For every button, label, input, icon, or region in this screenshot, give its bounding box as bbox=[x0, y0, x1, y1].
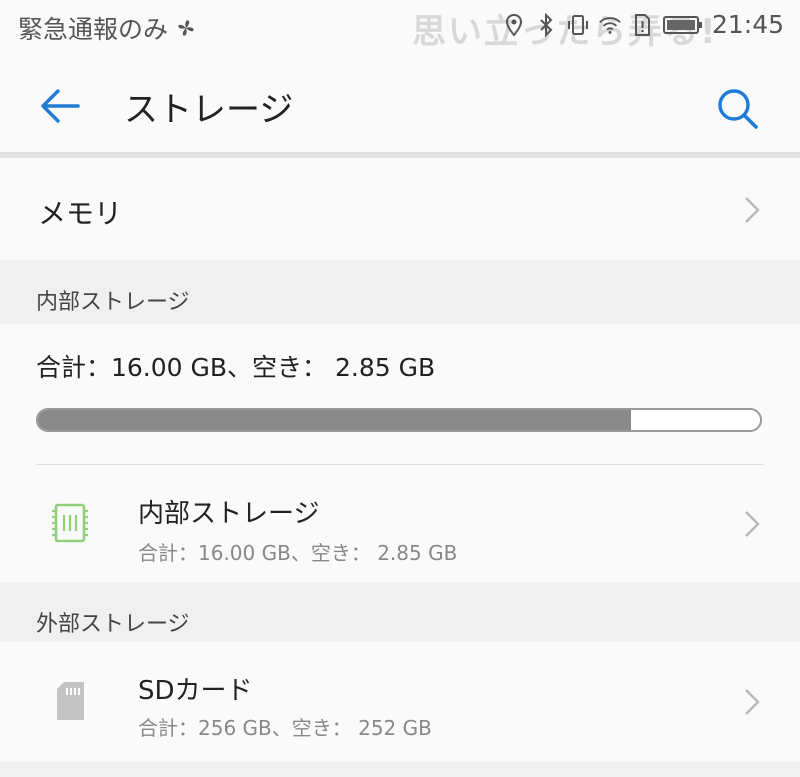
sd-card-item[interactable]: SDカード 合計：256 GB、空き： 252 GB bbox=[0, 642, 800, 762]
search-button[interactable] bbox=[714, 86, 762, 130]
memory-row[interactable]: メモリ bbox=[0, 158, 800, 260]
wifi-icon bbox=[598, 12, 622, 38]
storage-usage-fill bbox=[38, 410, 632, 430]
fan-icon bbox=[174, 15, 198, 41]
chevron-right-icon bbox=[745, 689, 760, 715]
internal-storage-item[interactable]: 内部ストレージ 合計：16.00 GB、空き： 2.85 GB bbox=[0, 465, 800, 582]
search-icon bbox=[718, 89, 758, 129]
sd-card-block: SDカード 合計：256 GB、空き： 252 GB bbox=[0, 642, 800, 762]
location-icon bbox=[502, 12, 526, 38]
status-right: 21:45 bbox=[502, 10, 784, 39]
vibrate-icon bbox=[566, 12, 590, 38]
storage-usage-bar bbox=[36, 408, 762, 432]
arrow-left-icon bbox=[41, 89, 80, 123]
sd-card-title: SDカード bbox=[138, 676, 253, 706]
memory-label: メモリ bbox=[38, 197, 123, 230]
sd-card-icon bbox=[57, 682, 84, 720]
internal-section-label: 内部ストレージ bbox=[36, 290, 190, 315]
status-bar: 緊急通報のみ 思い立ったら弄る! 21:45 bbox=[0, 0, 800, 56]
status-time: 21:45 bbox=[711, 10, 784, 39]
bluetooth-icon bbox=[534, 12, 558, 38]
status-left: 緊急通報のみ bbox=[18, 10, 198, 46]
back-button[interactable] bbox=[36, 84, 84, 128]
sim-alert-icon bbox=[630, 12, 654, 38]
chevron-right-icon bbox=[745, 197, 760, 223]
external-section-label: 外部ストレージ bbox=[36, 612, 190, 637]
storage-summary-text: 合計：16.00 GB、空き： 2.85 GB bbox=[36, 353, 436, 382]
battery-icon bbox=[662, 12, 704, 38]
internal-storage-subtitle: 合計：16.00 GB、空き： 2.85 GB bbox=[138, 541, 458, 565]
page-title: ストレージ bbox=[124, 90, 294, 130]
external-section-header: 外部ストレージ bbox=[0, 582, 800, 642]
chevron-right-icon bbox=[745, 511, 760, 537]
internal-section-header: 内部ストレージ bbox=[0, 260, 800, 324]
storage-summary: 合計：16.00 GB、空き： 2.85 GB 内部ストレージ 合計：16.00… bbox=[0, 324, 800, 582]
chip-icon bbox=[52, 503, 88, 543]
bottom-section-band bbox=[0, 762, 800, 777]
carrier-text: 緊急通報のみ bbox=[18, 15, 169, 44]
internal-storage-title: 内部ストレージ bbox=[138, 499, 320, 529]
sd-card-subtitle: 合計：256 GB、空き： 252 GB bbox=[138, 716, 432, 740]
app-toolbar: ストレージ bbox=[0, 56, 800, 152]
